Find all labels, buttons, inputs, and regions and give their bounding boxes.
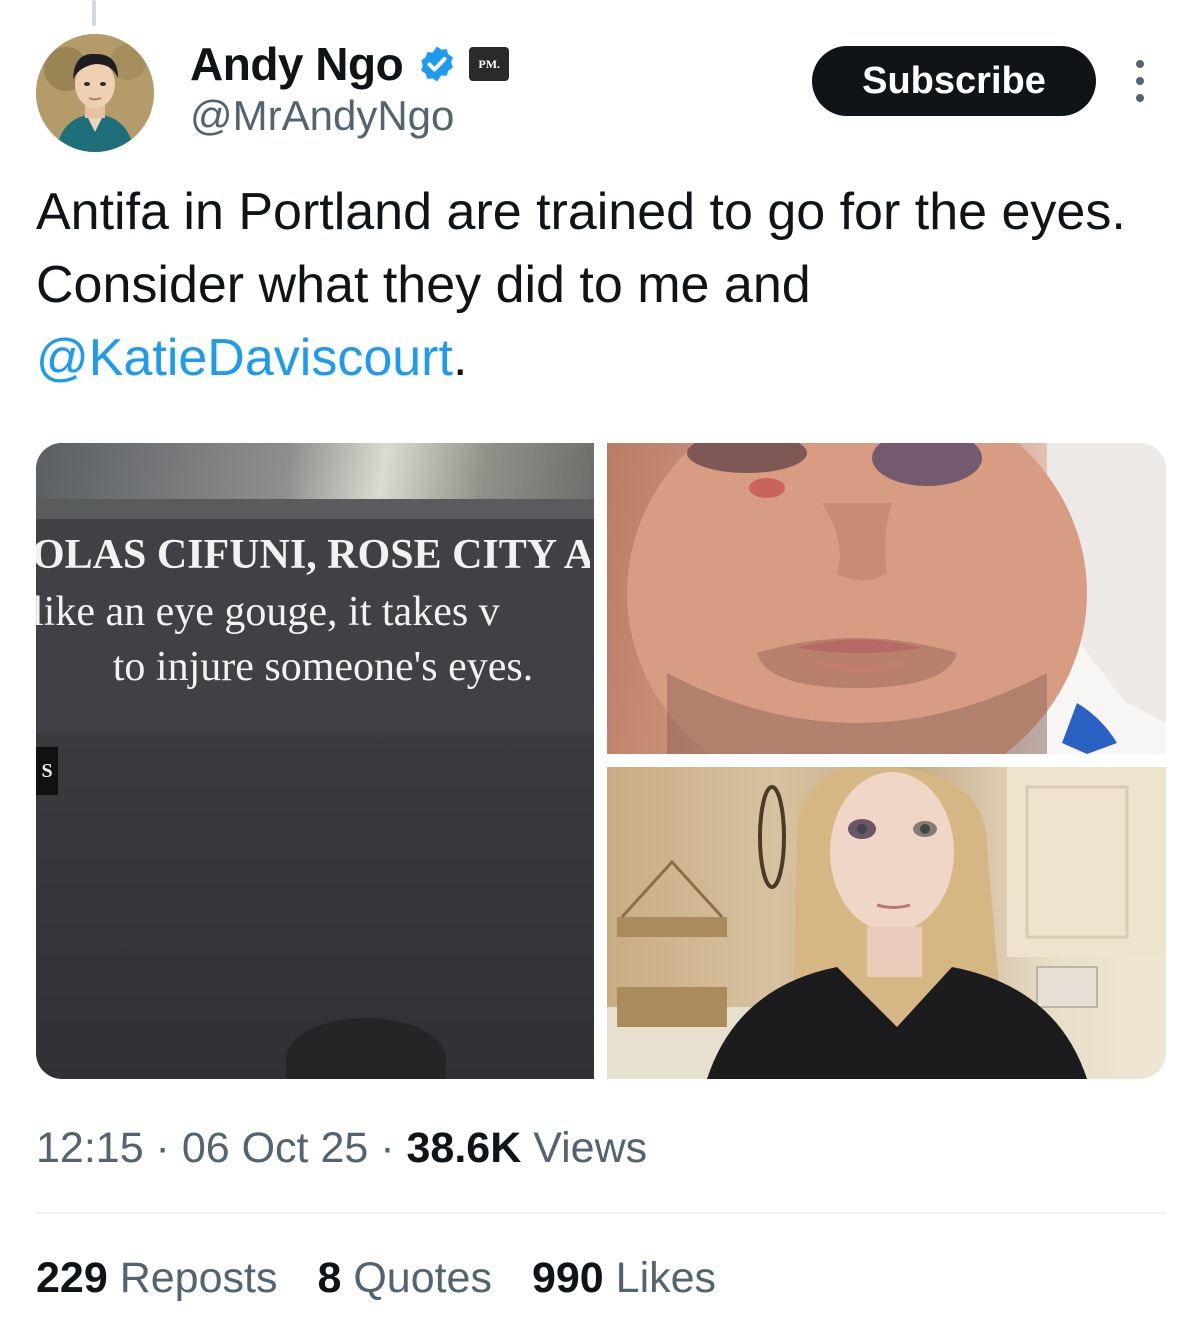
image-edge-tag: S (36, 747, 58, 795)
caption-line-1: OLAS CIFUNI, ROSE CITY A (36, 532, 590, 578)
media-image-video-still[interactable]: OLAS CIFUNI, ROSE CITY A like an eye gou… (36, 443, 594, 1079)
caption-line-3: to injure someone's eyes. (112, 644, 534, 690)
divider (36, 1212, 1166, 1214)
views-count: 38.6K (406, 1124, 522, 1172)
likes-count: 990 (531, 1254, 604, 1302)
quotes-label: Quotes (353, 1254, 492, 1302)
caption-line-2: like an eye gouge, it takes v (36, 589, 500, 635)
reposts-count: 229 (36, 1254, 108, 1302)
subscribe-button[interactable]: Subscribe (812, 46, 1096, 116)
avatar-illustration (36, 34, 154, 152)
tweet-date[interactable]: 06 Oct 25 (182, 1124, 368, 1172)
image-figure-shadow (286, 1018, 446, 1079)
media-image-face-injury[interactable] (607, 443, 1166, 754)
tweet-time[interactable]: 12:15 (36, 1124, 144, 1172)
avatar[interactable] (36, 34, 154, 152)
caption-band-edge (36, 499, 594, 519)
more-vertical-icon[interactable] (1128, 60, 1152, 102)
likes-label: Likes (615, 1254, 717, 1302)
portrait-photo-illustration (607, 767, 1166, 1079)
mention-link[interactable]: @KatieDaviscourt (36, 329, 453, 387)
tweet-text-end: . (452, 329, 468, 387)
affiliation-badge[interactable]: PM. (469, 47, 510, 81)
image-ceiling-light (36, 443, 594, 499)
author-display-name[interactable]: Andy Ngo (190, 37, 404, 91)
tweet-meta: 12:15 · 06 Oct 25 · 38.6K Views (36, 1124, 648, 1172)
verified-badge-icon[interactable] (417, 44, 457, 84)
likes-stat[interactable]: 990 Likes (532, 1254, 716, 1303)
more-dot (1136, 77, 1144, 85)
author-name-row: Andy Ngo PM. (190, 36, 510, 92)
tweet-text-body: Antifa in Portland are trained to go for… (36, 183, 1126, 314)
author-handle[interactable]: @MrAndyNgo (190, 92, 454, 140)
views-label: Views (533, 1124, 648, 1172)
thread-connector-line (92, 0, 96, 26)
reposts-label: Reposts (119, 1254, 278, 1302)
engagement-stats: 229 Reposts 8 Quotes 990 Likes (36, 1254, 716, 1303)
reposts-stat[interactable]: 229 Reposts (36, 1254, 277, 1303)
quotes-stat[interactable]: 8 Quotes (317, 1254, 492, 1303)
quotes-count: 8 (317, 1254, 342, 1302)
face-photo-illustration (627, 443, 1166, 754)
media-grid: OLAS CIFUNI, ROSE CITY A like an eye gou… (36, 443, 1166, 1079)
more-dot (1136, 60, 1144, 68)
media-image-woman-portrait[interactable] (607, 767, 1166, 1079)
tweet-text: Antifa in Portland are trained to go for… (36, 176, 1166, 395)
more-dot (1136, 94, 1144, 102)
